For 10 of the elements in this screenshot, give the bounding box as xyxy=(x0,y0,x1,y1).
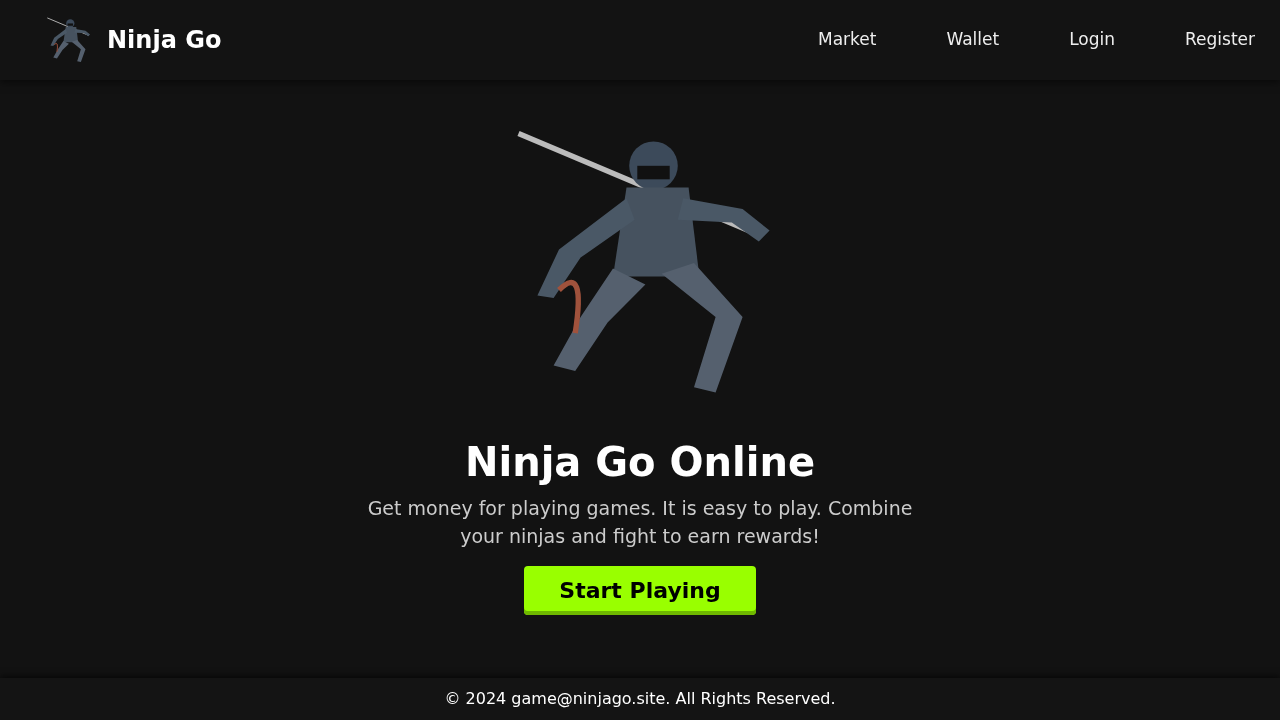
nav-link[interactable]: Register xyxy=(1185,27,1255,53)
hero-description: Get money for playing games. It is easy to play. Combine your ninjas and fight to earn rewards! xyxy=(366,496,914,549)
copyright-text: © 2024 game@ninjago.site. All Rights Reserved. xyxy=(444,688,836,710)
ninja-drawing xyxy=(45,17,91,63)
brand-name[interactable]: Ninja Go xyxy=(107,22,222,58)
nav-link[interactable]: Market xyxy=(817,27,877,53)
start-playing-button[interactable]: Start Playing xyxy=(524,566,756,615)
nav-link[interactable]: Wallet xyxy=(946,27,1000,53)
hero-title: Ninja Go Online xyxy=(464,438,815,486)
nav-link[interactable]: Login xyxy=(1069,27,1115,53)
